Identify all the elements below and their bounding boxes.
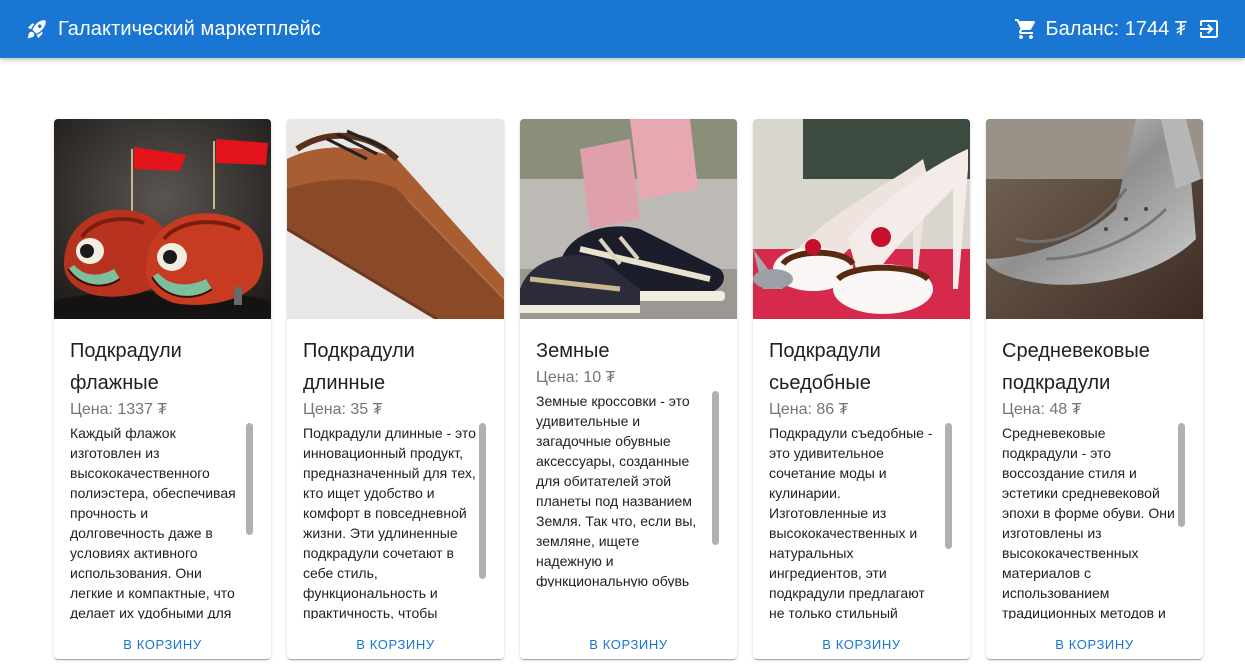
product-card: Подкрадули флажные Цена: 1337 ₮ Каждый ф… <box>54 119 271 659</box>
logout-icon[interactable] <box>1197 17 1221 41</box>
scrollbar-thumb[interactable] <box>246 423 253 535</box>
product-image <box>287 119 504 319</box>
product-card: Подкрадули сьедобные Цена: 86 ₮ Подкраду… <box>753 119 970 659</box>
product-card: Средневековые подкрадули Цена: 48 ₮ Сред… <box>986 119 1203 659</box>
product-grid: Подкрадули флажные Цена: 1337 ₮ Каждый ф… <box>54 119 1203 659</box>
product-name: Средневековые подкрадули <box>1002 340 1150 394</box>
description-scroll-area[interactable]: Земные кроссовки - это удивительные и за… <box>536 391 721 587</box>
description-scroll-area[interactable]: Каждый флажок изготовлен из высококачест… <box>70 423 255 619</box>
product-description: Подкрадули длинные - это инновационный п… <box>303 425 476 619</box>
product-description: Земные кроссовки - это удивительные и за… <box>536 393 697 587</box>
product-name: Подкрадули сьедобные <box>769 340 881 394</box>
add-to-cart-button[interactable]: В корзину <box>287 629 504 659</box>
scrollbar-thumb[interactable] <box>1178 423 1185 527</box>
product-image <box>54 119 271 319</box>
product-price: Цена: 1337 ₮ <box>70 401 168 418</box>
product-name: Земные <box>536 340 610 362</box>
product-price: Цена: 35 ₮ <box>303 401 383 418</box>
product-price: Цена: 86 ₮ <box>769 401 849 418</box>
scrollbar-thumb[interactable] <box>945 423 952 549</box>
app-bar: Галактический маркетплейс Баланс: 1744 ₮ <box>0 0 1245 58</box>
description-scroll-area[interactable]: Средневековые подкрадули - это воссоздан… <box>1002 423 1187 619</box>
product-name: Подкрадули длинные <box>303 340 415 394</box>
product-image <box>986 119 1203 319</box>
app-title: Галактический маркетплейс <box>58 17 322 40</box>
product-card: Подкрадули длинные Цена: 35 ₮ Подкрадули… <box>287 119 504 659</box>
product-card: Земные Цена: 10 ₮ Земные кроссовки - это… <box>520 119 737 659</box>
add-to-cart-button[interactable]: В корзину <box>753 629 970 659</box>
cart-icon[interactable] <box>1014 17 1038 41</box>
product-price: Цена: 10 ₮ <box>536 369 616 386</box>
add-to-cart-button[interactable]: В корзину <box>986 629 1203 659</box>
product-description: Средневековые подкрадули - это воссоздан… <box>1002 425 1175 619</box>
product-image <box>753 119 970 319</box>
add-to-cart-button[interactable]: В корзину <box>54 629 271 659</box>
product-name: Подкрадули флажные <box>70 340 182 394</box>
product-price: Цена: 48 ₮ <box>1002 401 1082 418</box>
scrollbar-thumb[interactable] <box>712 391 719 545</box>
product-description: Каждый флажок изготовлен из высококачест… <box>70 425 236 619</box>
rocket-icon <box>26 18 48 40</box>
balance-label: Баланс: 1744 ₮ <box>1045 17 1187 40</box>
scrollbar-thumb[interactable] <box>479 423 486 579</box>
product-image <box>520 119 737 319</box>
add-to-cart-button[interactable]: В корзину <box>520 629 737 659</box>
description-scroll-area[interactable]: Подкрадули длинные - это инновационный п… <box>303 423 488 619</box>
product-description: Подкрадули съедобные - это удивительное … <box>769 425 933 619</box>
description-scroll-area[interactable]: Подкрадули съедобные - это удивительное … <box>769 423 954 619</box>
